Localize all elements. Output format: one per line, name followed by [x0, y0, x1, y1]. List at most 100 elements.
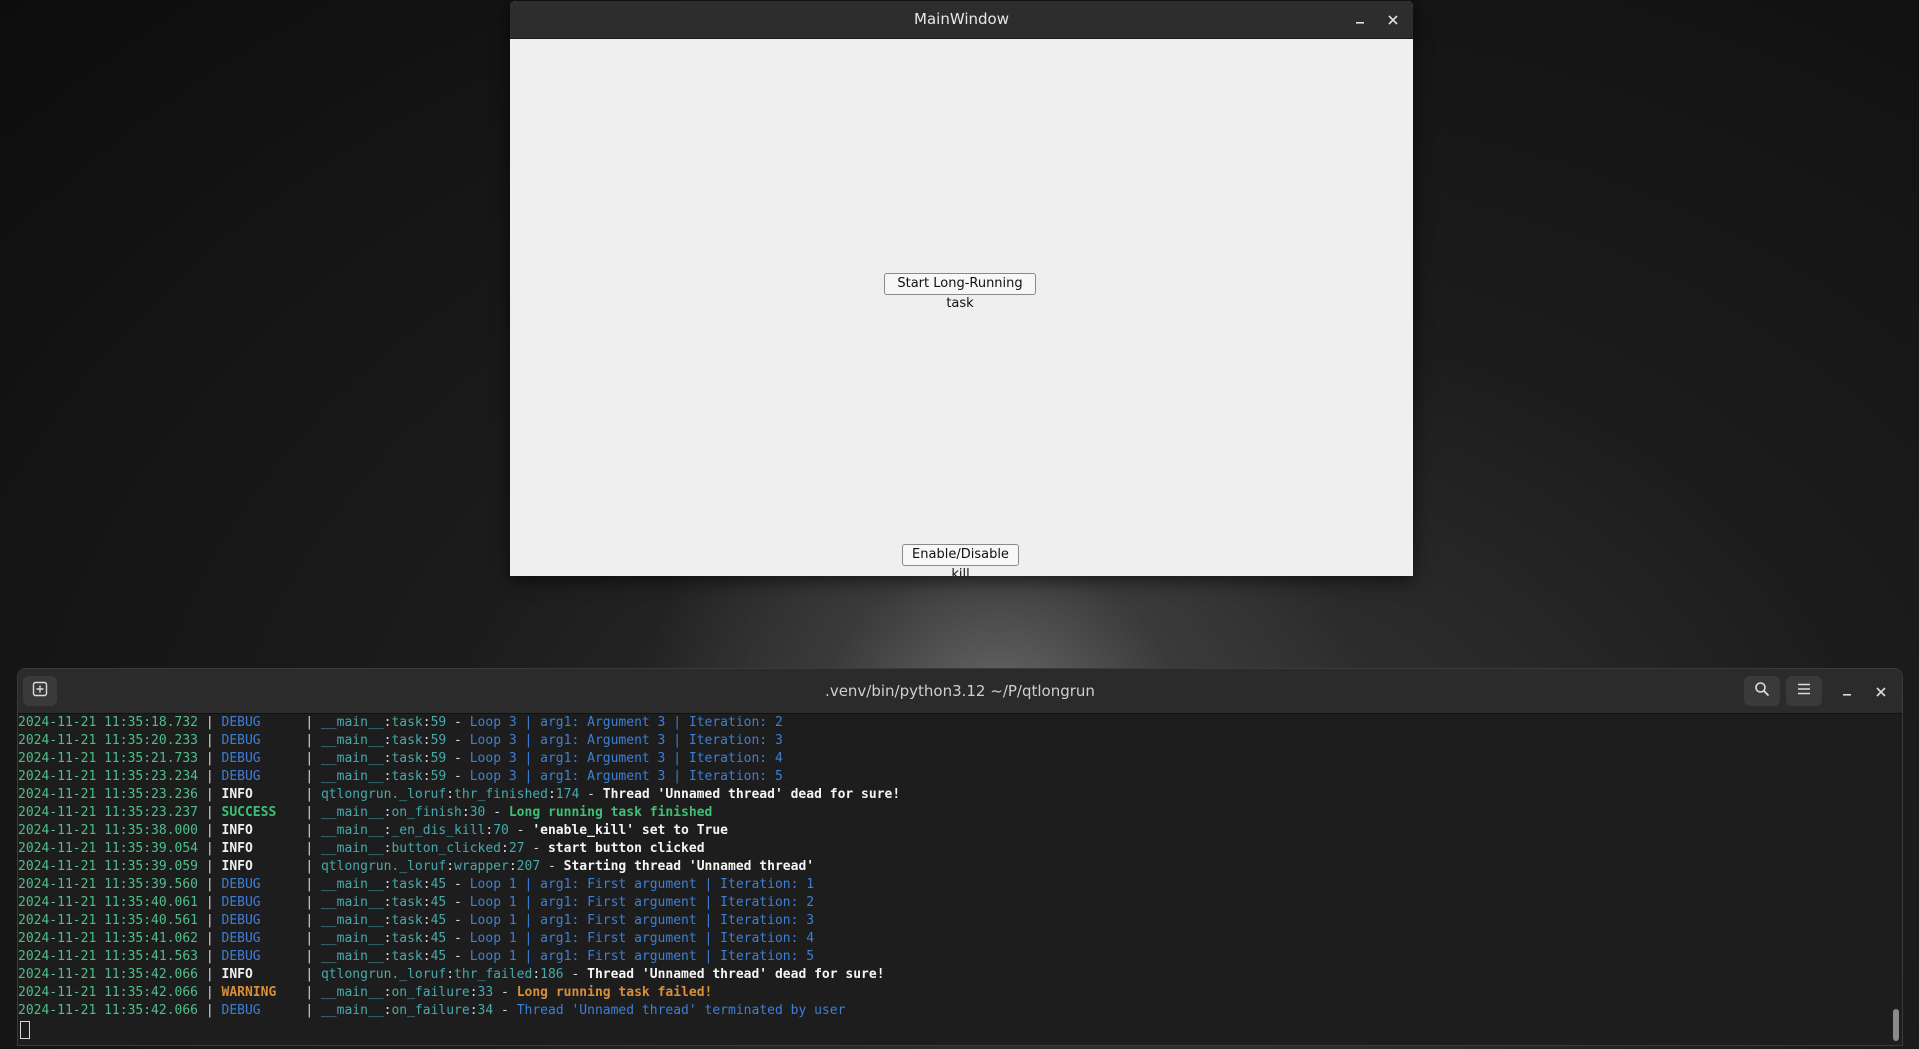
log-dash: - [446, 715, 470, 730]
log-timestamp: 2024-11-21 11:35:41.062 [18, 931, 199, 946]
search-icon [1754, 681, 1770, 701]
log-message: Starting thread 'Unnamed thread' [563, 859, 815, 874]
log-separator: | [198, 985, 222, 1000]
log-function: task [391, 931, 423, 946]
start-task-button[interactable]: Start Long-Running task [884, 273, 1036, 311]
log-function: on_failure [391, 1003, 470, 1018]
log-level: DEBUG [221, 715, 261, 730]
log-colon: : [532, 967, 541, 982]
log-level: DEBUG [221, 877, 261, 892]
log-dash: - [493, 985, 517, 1000]
log-separator: | [297, 769, 321, 784]
log-separator: | [297, 841, 321, 856]
log-separator: | [297, 913, 321, 928]
log-module: __main__ [320, 949, 384, 964]
log-message: Loop 3 | arg1: Argument 3 | Iteration: 3 [469, 733, 783, 748]
log-line-number: 45 [430, 931, 447, 946]
log-message: Loop 1 | arg1: First argument | Iteratio… [469, 895, 815, 910]
terminal-scrollbar[interactable] [1891, 714, 1899, 1045]
log-colon: : [422, 751, 431, 766]
log-line: 2024-11-21 11:35:41.062 | DEBUG | __main… [18, 930, 1888, 948]
log-line: 2024-11-21 11:35:23.237 | SUCCESS | __ma… [18, 804, 1888, 822]
log-level: DEBUG [221, 949, 261, 964]
window-titlebar[interactable]: MainWindow [510, 1, 1413, 39]
log-line-number: 186 [540, 967, 564, 982]
log-function: on_failure [391, 985, 470, 1000]
log-message: Long running task failed! [516, 985, 713, 1000]
log-colon: : [508, 859, 517, 874]
log-level: DEBUG [221, 769, 261, 784]
log-separator: | [297, 751, 321, 766]
log-dash: - [446, 751, 470, 766]
log-colon: : [422, 931, 431, 946]
log-line-number: 33 [477, 985, 494, 1000]
log-function: task [391, 949, 423, 964]
terminal-title: .venv/bin/python3.12 ~/P/qtlongrun [825, 682, 1095, 700]
search-button[interactable] [1744, 676, 1780, 706]
log-colon: : [501, 841, 509, 856]
log-message: Thread 'Unnamed thread' dead for sure! [602, 787, 901, 802]
log-separator: | [297, 787, 321, 802]
log-dash: - [446, 895, 470, 910]
log-separator: | [297, 715, 321, 730]
log-separator: | [198, 931, 222, 946]
log-colon: : [446, 787, 455, 802]
log-separator: | [297, 985, 321, 1000]
log-level: INFO [221, 967, 253, 982]
log-timestamp: 2024-11-21 11:35:18.732 [18, 715, 199, 730]
hamburger-menu-icon [1796, 681, 1812, 701]
close-icon [1876, 682, 1886, 701]
log-dash: - [446, 769, 470, 784]
log-separator: | [297, 931, 321, 946]
log-separator: | [198, 787, 222, 802]
log-function: thr_finished [454, 787, 548, 802]
log-module: __main__ [320, 895, 384, 910]
log-module: __main__ [320, 841, 384, 856]
log-timestamp: 2024-11-21 11:35:40.061 [18, 895, 199, 910]
log-separator: | [297, 949, 321, 964]
log-line: 2024-11-21 11:35:18.732 | DEBUG | __main… [18, 714, 1888, 732]
terminal-minimize-button[interactable] [1832, 676, 1862, 706]
log-line-number: 45 [430, 877, 447, 892]
log-line-number: 59 [430, 733, 447, 748]
log-separator: | [198, 805, 222, 820]
log-line: 2024-11-21 11:35:23.236 | INFO | qtlongr… [18, 786, 1888, 804]
log-separator: | [198, 913, 222, 928]
log-line-number: 207 [516, 859, 541, 874]
log-separator: | [297, 967, 321, 982]
terminal-output[interactable]: 2024-11-21 11:35:18.732 | DEBUG | __main… [18, 714, 1888, 1045]
prompt-line[interactable] [18, 1020, 1888, 1039]
log-separator: | [297, 805, 321, 820]
minimize-icon [1355, 11, 1365, 29]
scrollbar-thumb[interactable] [1893, 1009, 1899, 1041]
menu-button[interactable] [1786, 676, 1822, 706]
log-line-number: 30 [469, 805, 486, 820]
log-function: task [391, 769, 423, 784]
text-cursor [20, 1021, 30, 1039]
log-function: task [391, 913, 423, 928]
log-module: qtlongrun._loruf [320, 787, 447, 802]
log-dash: - [446, 733, 470, 748]
log-separator: | [198, 751, 222, 766]
log-function: task [391, 895, 423, 910]
log-level: WARNING [221, 985, 277, 1000]
log-dash: - [579, 787, 603, 802]
log-colon: : [469, 985, 478, 1000]
log-message: Long running task finished [508, 805, 713, 820]
terminal-headerbar[interactable]: .venv/bin/python3.12 ~/P/qtlongrun [18, 669, 1902, 714]
log-separator: | [198, 949, 222, 964]
minimize-button[interactable] [1348, 8, 1372, 32]
log-dash: - [540, 859, 564, 874]
log-level: INFO [221, 787, 253, 802]
log-separator: | [297, 859, 321, 874]
log-module: qtlongrun._loruf [320, 859, 447, 874]
enable-disable-kill-button[interactable]: Enable/Disable kill [902, 544, 1019, 576]
terminal-close-button[interactable] [1866, 676, 1896, 706]
log-module: __main__ [320, 715, 384, 730]
close-button[interactable] [1381, 8, 1405, 32]
log-message: Loop 1 | arg1: First argument | Iteratio… [469, 877, 815, 892]
log-module: __main__ [320, 1003, 384, 1018]
log-module: __main__ [320, 805, 384, 820]
log-module: __main__ [320, 769, 384, 784]
log-dash: - [493, 1003, 517, 1018]
